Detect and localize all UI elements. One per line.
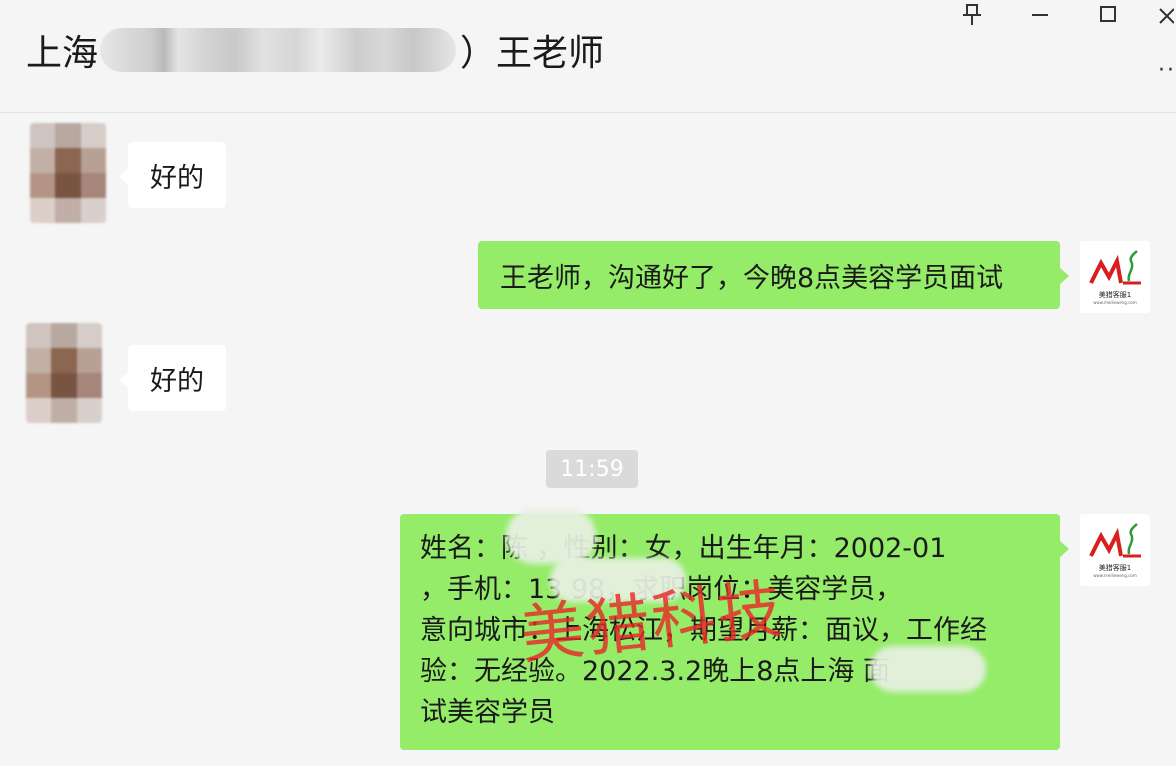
message-bubble-sent[interactable]: 王老师，沟通好了，今晚8点美容学员面试 (478, 241, 1069, 309)
more-options-icon[interactable]: ·· (1158, 58, 1176, 83)
chat-window: 上海 ）王老师 ·· 好的 王老师，沟通好了，今晚8点美容学员面试 美猎客服1 … (0, 0, 1176, 766)
message-text: 好的 (150, 365, 204, 397)
message-text: 好的 (150, 162, 204, 194)
chat-title: 上海 ）王老师 (26, 24, 604, 76)
chat-header: 上海 ）王老师 ·· (0, 0, 1176, 113)
logo-icon (1089, 250, 1141, 285)
message-timestamp: 11:59 (546, 450, 638, 488)
logo-website: www.meilieweng.com (1093, 573, 1137, 578)
my-avatar[interactable]: 美猎客服1 www.meilieweng.com (1080, 514, 1150, 586)
close-button[interactable] (1152, 0, 1176, 30)
minimize-icon (1032, 14, 1048, 16)
message-bubble-received[interactable]: 好的 (119, 345, 226, 411)
pin-icon-svg (963, 4, 981, 25)
chat-title-prefix: 上海 (26, 33, 99, 74)
my-avatar[interactable]: 美猎客服1 www.meilieweng.com (1080, 241, 1150, 313)
redaction-blur (870, 646, 986, 692)
logo-caption: 美猎客服1 (1098, 291, 1132, 299)
minimize-button[interactable] (1022, 0, 1058, 30)
logo-icon (1089, 523, 1141, 558)
contact-avatar[interactable] (30, 123, 106, 223)
meilie-logo (1087, 249, 1143, 289)
contact-avatar[interactable] (26, 323, 102, 423)
chat-title-suffix: ）王老师 (460, 33, 605, 74)
meilie-logo (1087, 522, 1143, 562)
logo-website: www.meilieweng.com (1093, 300, 1137, 305)
maximize-icon (1100, 6, 1116, 22)
logo-caption: 美猎客服1 (1098, 564, 1132, 572)
redacted-title-blur (100, 28, 457, 72)
message-bubble-received[interactable]: 好的 (119, 142, 226, 208)
maximize-button[interactable] (1090, 0, 1126, 30)
redaction-blur (506, 508, 596, 564)
pin-icon[interactable] (954, 0, 990, 30)
close-icon (1159, 8, 1174, 24)
message-text: 王老师，沟通好了，今晚8点美容学员面试 (500, 262, 1004, 294)
